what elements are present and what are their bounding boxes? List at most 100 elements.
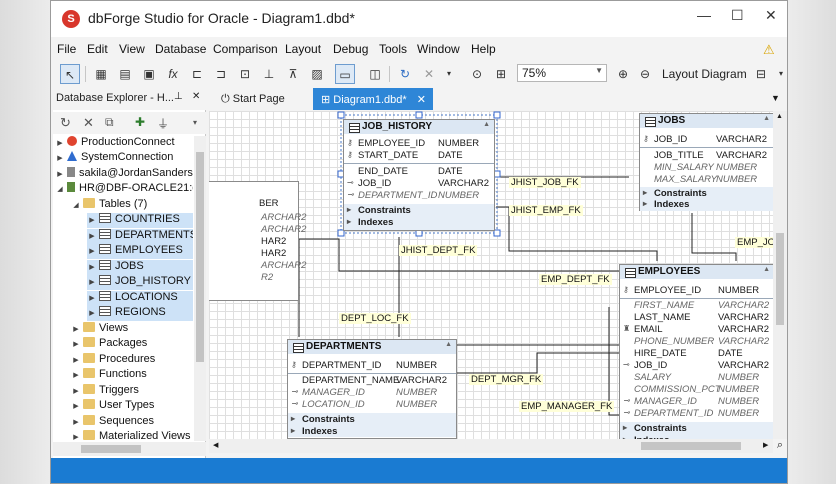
refresh-icon[interactable]: ↻ <box>395 64 415 84</box>
zoom-select[interactable]: 75% ▼ <box>517 64 607 82</box>
tree-node-triggers[interactable]: ▶ Triggers <box>71 384 139 399</box>
layout-options-icon[interactable]: ⊟ <box>751 64 771 84</box>
tab-overflow-icon[interactable]: ▼ <box>771 93 780 103</box>
expand-arrow-icon[interactable]: ▸ <box>347 205 351 214</box>
tree-node-systemconnection[interactable]: ▶ SystemConnection <box>55 151 173 166</box>
expand-arrow-icon[interactable]: ▶ <box>71 340 81 348</box>
scroll-left-icon[interactable]: ◀ <box>213 441 218 449</box>
layout-diagram-button[interactable]: Layout Diagram <box>662 67 747 81</box>
tab-diagram1[interactable]: ⊞ Diagram1.dbd* ✕ <box>313 88 433 110</box>
menu-file[interactable]: File <box>57 42 76 56</box>
expand-arrow-icon[interactable]: ▸ <box>623 423 627 432</box>
tree-node-productionconnect[interactable]: ▶ ProductionConnect <box>55 136 175 151</box>
menu-help[interactable]: Help <box>471 42 496 56</box>
entity-header[interactable]: DEPARTMENTS ▲ <box>288 340 456 354</box>
expand-arrow-icon[interactable]: ▸ <box>643 188 647 197</box>
expand-arrow-icon[interactable]: ▶ <box>71 371 81 379</box>
relation-label-dept-mgr-fk[interactable]: DEPT_MGR_FK <box>469 374 544 385</box>
expand-arrow-icon[interactable]: ▶ <box>71 433 81 441</box>
diagram-canvas[interactable]: BER ARCHAR2 ARCHAR2 HAR2 HAR2 ARCHAR2 R2… <box>209 111 773 439</box>
relation-label-jhist-dept-fk[interactable]: JHIST_DEPT_FK <box>399 245 478 256</box>
collapse-icon[interactable]: ▲ <box>763 115 770 122</box>
menu-edit[interactable]: Edit <box>87 42 108 56</box>
scrollbar-thumb[interactable] <box>196 152 204 362</box>
expand-arrow-icon[interactable]: ▶ <box>71 402 81 410</box>
collapse-arrow-icon[interactable]: ◢ <box>55 185 65 193</box>
add-procedure-icon[interactable]: ▣ <box>139 64 159 84</box>
new-connection-icon[interactable]: ✚ <box>135 115 145 129</box>
expand-arrow-icon[interactable]: ▶ <box>87 247 97 255</box>
entity-employees[interactable]: EMPLOYEES ▲ ⚷ EMPLOYEE_ID NUMBER FIRST_NAME… <box>619 264 773 439</box>
explorer-overflow-icon[interactable]: ▾ <box>193 118 197 127</box>
note-icon[interactable]: ▭ <box>335 64 355 84</box>
entity-departments[interactable]: DEPARTMENTS ▲ ⚷ DEPARTMENT_ID NUMBER DEPART… <box>287 339 457 439</box>
diagram-vertical-scrollbar[interactable]: ▲ <box>773 111 787 439</box>
scrollbar-thumb[interactable] <box>776 233 784 325</box>
relation-label-dept-loc-fk[interactable]: DEPT_LOC_FK <box>339 313 411 324</box>
align-icon[interactable]: ⊥ <box>259 64 279 84</box>
add-link-icon[interactable]: ⊐ <box>211 64 231 84</box>
refresh-icon[interactable]: ↻ <box>60 115 71 131</box>
tree-node-sakila[interactable]: ▶ sakila@JordanSanders <box>55 167 193 182</box>
scrollbar-thumb[interactable] <box>81 445 141 453</box>
expand-arrow-icon[interactable]: ▶ <box>87 294 97 302</box>
expand-arrow-icon[interactable]: ▶ <box>87 232 97 240</box>
collapse-icon[interactable]: ▲ <box>483 121 490 128</box>
entity-header[interactable]: JOBS ▲ <box>640 114 773 128</box>
expand-arrow-icon[interactable]: ▶ <box>87 278 97 286</box>
close-panel-icon[interactable]: ✕ <box>192 91 200 102</box>
copy-icon[interactable]: ⧉ <box>105 115 114 130</box>
entity-header[interactable]: JOB_HISTORY ▲ <box>344 120 494 134</box>
entity-partial[interactable]: BER ARCHAR2 ARCHAR2 HAR2 HAR2 ARCHAR2 R2 <box>209 181 306 301</box>
expand-arrow-icon[interactable]: ▶ <box>71 325 81 333</box>
dropdown-arrow-icon[interactable]: ▾ <box>439 64 459 84</box>
tree-node-tables[interactable]: ◢ Tables (7) <box>71 198 147 213</box>
container-icon[interactable]: ⊡ <box>235 64 255 84</box>
tree-node-job-history[interactable]: ▶ JOB_HISTORY <box>87 275 193 290</box>
menu-comparison[interactable]: Comparison <box>213 42 278 56</box>
pin-icon[interactable]: ⊥ <box>174 91 183 102</box>
entity-header[interactable]: EMPLOYEES ▲ <box>620 265 773 279</box>
menu-view[interactable]: View <box>119 42 145 56</box>
diagram-horizontal-scrollbar[interactable]: ◀ ▶ <box>209 439 773 453</box>
image-icon[interactable]: ▨ <box>307 64 327 84</box>
scroll-right-icon[interactable]: ▶ <box>763 441 768 449</box>
tree-node-sequences[interactable]: ▶ Sequences <box>71 415 154 430</box>
menu-database[interactable]: Database <box>155 42 206 56</box>
stamp-icon[interactable]: ⊼ <box>283 64 303 84</box>
add-view-icon[interactable]: ▤ <box>115 64 135 84</box>
entity-jobs[interactable]: JOBS ▲ ⚷ JOB_ID VARCHAR2 JOB_TITLE VARCHAR2 … <box>639 113 773 211</box>
menu-window[interactable]: Window <box>417 42 460 56</box>
snapshot-icon[interactable]: ◫ <box>365 64 385 84</box>
explorer-vertical-scrollbar[interactable] <box>194 136 206 441</box>
maximize-button[interactable]: ☐ <box>731 7 744 24</box>
tree-node-jobs[interactable]: ▶ JOBS <box>87 260 193 275</box>
tab-start-page[interactable]: ⏻ Start Page <box>213 88 309 110</box>
relation-label-emp-manager-fk[interactable]: EMP_MANAGER_FK <box>519 401 615 412</box>
close-button[interactable]: ✕ <box>765 7 777 24</box>
zoom-in-icon[interactable]: ⊕ <box>613 64 633 84</box>
collapse-icon[interactable]: ▲ <box>445 341 452 348</box>
tree-node-regions[interactable]: ▶ REGIONS <box>87 306 193 321</box>
tree-node-countries[interactable]: ▶ COUNTRIES <box>87 213 193 228</box>
delete-icon[interactable]: ✕ <box>419 64 439 84</box>
tree-node-packages[interactable]: ▶ Packages <box>71 337 147 352</box>
warning-icon[interactable]: ⚠ <box>763 42 775 58</box>
expand-arrow-icon[interactable]: ▶ <box>87 216 97 224</box>
expand-arrow-icon[interactable]: ▶ <box>55 154 65 162</box>
tree-node-views[interactable]: ▶ Views <box>71 322 128 337</box>
tree-node-materialized-views[interactable]: ▶ Materialized Views <box>71 430 191 441</box>
tree-node-employees[interactable]: ▶ EMPLOYEES <box>87 244 193 259</box>
relation-label-emp-job-fk[interactable]: EMP_JOB_FK <box>735 237 773 248</box>
add-table-icon[interactable]: ▦ <box>91 64 111 84</box>
close-tab-icon[interactable]: ✕ <box>417 93 426 106</box>
relation-label-jhist-emp-fk[interactable]: JHIST_EMP_FK <box>509 205 583 216</box>
add-relation-icon[interactable]: ⊏ <box>187 64 207 84</box>
tree-node-locations[interactable]: ▶ LOCATIONS <box>87 291 193 306</box>
collapse-arrow-icon[interactable]: ◢ <box>71 201 81 209</box>
tree-node-departments[interactable]: ▶ DEPARTMENTS <box>87 229 193 244</box>
tree-node-procedures[interactable]: ▶ Procedures <box>71 353 155 368</box>
zoom-corner-icon[interactable]: ⌕ <box>773 439 787 453</box>
entity-job-history[interactable]: JOB_HISTORY ▲ ⚷ EMPLOYEE_ID NUMBER ⚷ START_D… <box>343 119 495 231</box>
expand-arrow-icon[interactable]: ▸ <box>643 199 647 208</box>
